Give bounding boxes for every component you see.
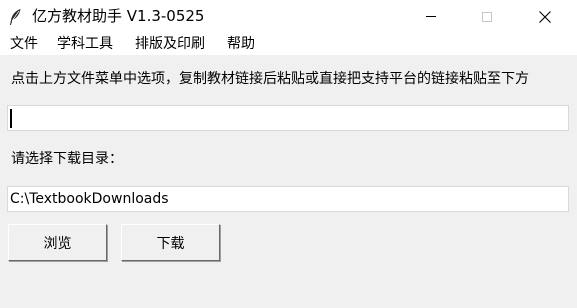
minimize-icon [426,16,436,17]
menu-bar: 文件 学科工具 排版及印刷 帮助 [0,33,577,55]
menu-help[interactable]: 帮助 [227,36,255,53]
title-bar: 亿方教材助手 V1.3-0525 [0,0,577,33]
directory-label: 请选择下载目录： [11,151,123,167]
menu-layout-print[interactable]: 排版及印刷 [135,36,205,53]
menu-file[interactable]: 文件 [10,36,38,53]
minimize-button[interactable] [408,0,454,33]
close-button[interactable] [522,0,568,33]
browse-button[interactable]: 浏览 [8,224,107,261]
feather-icon [10,9,21,25]
maximize-button[interactable] [464,0,510,33]
window-title: 亿方教材助手 V1.3-0525 [32,7,205,25]
text-caret [10,109,12,128]
link-input[interactable] [7,105,569,131]
instruction-text: 点击上方文件菜单中选项，复制教材链接后粘贴或直接把支持平台的链接粘贴至下方 [11,71,529,87]
directory-input[interactable]: C:\TextbookDownloads [7,186,569,212]
menu-subject-tools[interactable]: 学科工具 [57,36,113,53]
close-icon [539,10,551,23]
maximize-icon [482,11,492,22]
download-button[interactable]: 下载 [121,224,220,261]
